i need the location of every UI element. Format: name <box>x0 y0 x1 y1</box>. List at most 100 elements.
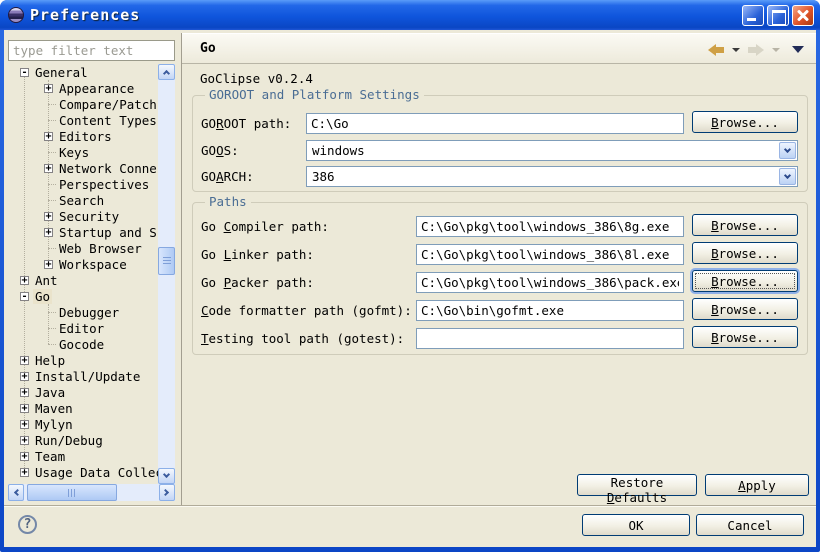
combo-dropdown-icon[interactable] <box>779 168 796 185</box>
tree-item-usage-data-collector[interactable]: +Usage Data Collect <box>8 464 158 480</box>
goos-selected-value: windows <box>312 142 365 160</box>
maximize-icon[interactable] <box>767 5 789 26</box>
tree-item-mylyn[interactable]: +Mylyn <box>8 416 158 432</box>
expand-icon[interactable]: + <box>20 356 29 365</box>
tree-item-help[interactable]: + Help <box>8 352 158 368</box>
tree-item-label: Content Types <box>57 113 158 128</box>
tree-item-label: Search <box>57 193 106 208</box>
goarch-select[interactable]: 386 <box>306 166 798 187</box>
tree-item-label: Maven <box>33 401 75 416</box>
expand-icon[interactable]: + <box>20 404 29 413</box>
expand-icon[interactable]: + <box>20 436 29 445</box>
tree-item-web-browser[interactable]: Web Browser <box>8 240 158 256</box>
linker-path-input[interactable] <box>416 244 684 265</box>
tree-item-gocode[interactable]: Gocode <box>8 336 158 352</box>
goroot-path-label: GOROOT path: <box>201 115 291 133</box>
window-title: Preferences <box>30 6 140 24</box>
tree-item-keys[interactable]: Keys <box>8 144 158 160</box>
tree-item-general[interactable]: -General <box>8 64 158 80</box>
scroll-up-icon[interactable] <box>158 64 175 80</box>
packer-path-input[interactable] <box>416 272 684 293</box>
expand-icon[interactable]: + <box>44 84 53 93</box>
goos-select[interactable]: windows <box>306 140 798 161</box>
expand-icon[interactable]: + <box>44 132 53 141</box>
apply-button[interactable]: Apply <box>705 474 809 496</box>
back-arrow-icon[interactable] <box>708 44 724 56</box>
tree-item-label: Install/Update <box>33 369 142 384</box>
tree-horizontal-scrollbar[interactable] <box>8 484 175 501</box>
tree-item-go[interactable]: -Go <box>8 288 158 304</box>
minimize-icon[interactable] <box>742 5 764 26</box>
packer-browse-button[interactable]: Browse... <box>692 270 798 292</box>
gofmt-path-input[interactable] <box>416 300 684 321</box>
tree-item-ant[interactable]: +Ant <box>8 272 158 288</box>
restore-defaults-button[interactable]: Restore Defaults <box>577 474 697 496</box>
goroot-path-input[interactable] <box>306 113 684 134</box>
combo-dropdown-icon[interactable] <box>779 142 796 159</box>
back-history-dropdown-icon[interactable] <box>732 48 740 52</box>
help-icon[interactable]: ? <box>18 515 37 534</box>
tree-item-team[interactable]: +Team <box>8 448 158 464</box>
expand-icon[interactable]: + <box>20 388 29 397</box>
gofmt-browse-button[interactable]: Browse... <box>692 298 798 320</box>
linker-path-label: Go Linker path: <box>201 246 314 264</box>
goroot-settings-group: GOROOT and Platform Settings GOROOT path… <box>192 95 808 192</box>
scroll-left-icon[interactable] <box>8 484 24 501</box>
tree-item-label: Help <box>33 353 67 368</box>
expand-icon[interactable]: + <box>44 164 53 173</box>
tree-vertical-scrollbar[interactable] <box>158 64 175 484</box>
forward-history-dropdown-icon[interactable] <box>772 48 780 52</box>
collapse-icon[interactable]: - <box>20 68 29 77</box>
tree-item-label: General <box>33 65 90 80</box>
tree-item-content-types[interactable]: Content Types <box>8 112 158 128</box>
tree-item-label: Perspectives <box>57 177 151 192</box>
expand-icon[interactable]: + <box>20 468 29 477</box>
expand-icon[interactable]: + <box>20 276 29 285</box>
linker-browse-button[interactable]: Browse... <box>692 242 798 264</box>
tree-item-editors[interactable]: +Editors <box>8 128 158 144</box>
gotest-path-input[interactable] <box>416 328 684 349</box>
collapse-icon[interactable]: - <box>20 292 29 301</box>
tree-item-run-debug[interactable]: +Run/Debug <box>8 432 158 448</box>
tree-item-java[interactable]: +Java <box>8 384 158 400</box>
tree-item-editor[interactable]: Editor <box>8 320 158 336</box>
paths-group: Paths Go Compiler path: Browse... Go Lin… <box>192 202 808 355</box>
tree-item-workspace[interactable]: +Workspace <box>8 256 158 272</box>
scroll-down-icon[interactable] <box>158 468 175 484</box>
panel-separator <box>181 33 182 505</box>
expand-icon[interactable]: + <box>20 372 29 381</box>
tree-item-label: Startup and Shu <box>57 225 158 240</box>
scroll-right-icon[interactable] <box>159 484 175 501</box>
tree-item-security[interactable]: +Security <box>8 208 158 224</box>
vertical-scroll-thumb[interactable] <box>158 247 175 275</box>
tree-item-compare-patch[interactable]: Compare/Patch <box>8 96 158 112</box>
cancel-button[interactable]: Cancel <box>696 514 804 536</box>
goroot-browse-button[interactable]: Browse... <box>692 111 798 133</box>
tree-item-debugger[interactable]: Debugger <box>8 304 158 320</box>
filter-input[interactable] <box>8 40 175 61</box>
ok-button[interactable]: OK <box>582 514 690 536</box>
expand-icon[interactable]: + <box>20 420 29 429</box>
tree-item-search[interactable]: Search <box>8 192 158 208</box>
compiler-path-input[interactable] <box>416 216 684 237</box>
gofmt-path-label: Code formatter path (gofmt): <box>201 302 412 320</box>
expand-icon[interactable]: + <box>44 260 53 269</box>
tree-item-perspectives[interactable]: Perspectives <box>8 176 158 192</box>
expand-icon[interactable]: + <box>44 228 53 237</box>
tree-item-appearance[interactable]: + Appearance <box>8 80 158 96</box>
horizontal-scroll-thumb[interactable] <box>27 484 117 501</box>
close-icon[interactable] <box>792 5 814 26</box>
tree-item-startup-shutdown[interactable]: + Startup and Shu <box>8 224 158 240</box>
expand-icon[interactable]: + <box>20 452 29 461</box>
tree-item-network-connections[interactable]: +Network Connect <box>8 160 158 176</box>
forward-arrow-icon[interactable] <box>748 44 764 56</box>
gotest-browse-button[interactable]: Browse... <box>692 326 798 348</box>
compiler-browse-button[interactable]: Browse... <box>692 214 798 236</box>
view-menu-icon[interactable] <box>792 46 804 53</box>
tree-item-install-update[interactable]: + Install/Update <box>8 368 158 384</box>
preferences-tree[interactable]: -General +Appearance Compare/Patch Conte… <box>8 64 158 484</box>
tree-item-label: Web Browser <box>57 241 144 256</box>
tree-item-label: Appearance <box>57 81 136 96</box>
expand-icon[interactable]: + <box>44 212 53 221</box>
tree-item-maven[interactable]: + Maven <box>8 400 158 416</box>
